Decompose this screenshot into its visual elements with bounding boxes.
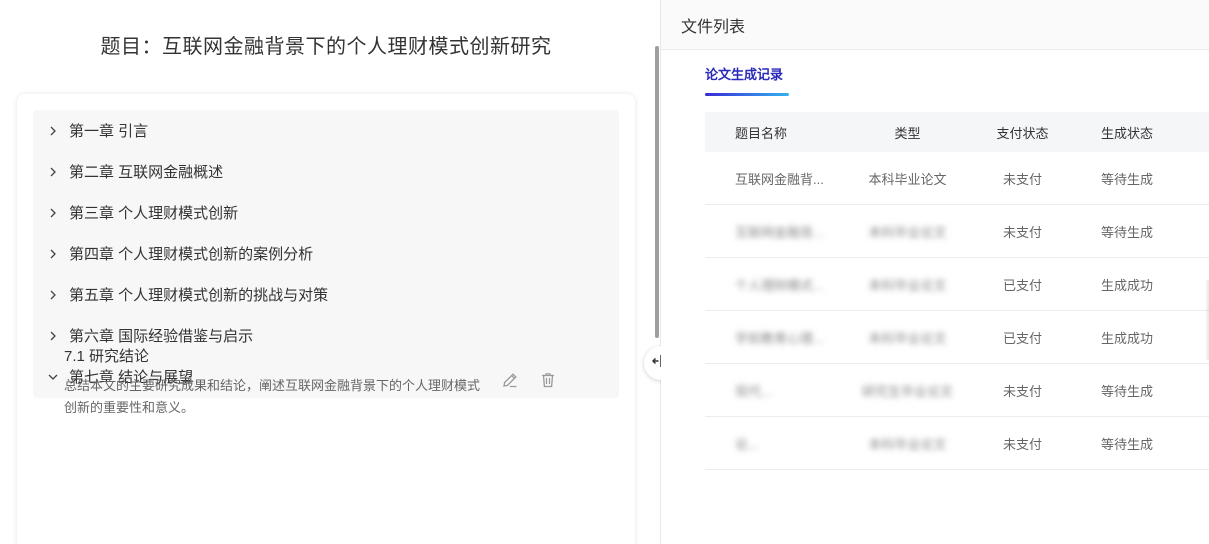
row-title: 学前教育心理... [735,330,824,346]
row-title: 个人理财模式... [735,277,824,293]
table-row[interactable]: 论... 本科毕业论文 未支付 等待生成 [705,417,1209,470]
row-status: 等待生成 [1100,171,1153,187]
row-type: 本科毕业论文 [868,224,947,240]
chevron-right-icon [47,289,59,301]
column-header-payment: 支付状态 [996,125,1049,141]
table-row[interactable]: 互联网金融背... 本科毕业论文 未支付 等待生成 [705,152,1209,205]
table-header: 题目名称 类型 支付状态 生成状态 [705,112,1209,152]
records-table: 题目名称 类型 支付状态 生成状态 互联网金融背... 本科毕业论文 未支付 等… [705,112,1209,470]
chapter-item[interactable]: 第四章 个人理财模式创新的案例分析 [33,233,619,274]
page-title: 题目：互联网金融背景下的个人理财模式创新研究 [100,36,552,58]
column-header-title: 题目名称 [735,125,788,141]
row-status: 等待生成 [1100,436,1153,452]
chapter-label: 第六章 国际经验借鉴与启示 [69,328,254,345]
row-payment: 未支付 [1002,436,1042,452]
outline-scrollbar[interactable] [655,46,659,338]
column-header-status: 生成状态 [1100,125,1153,141]
chapter-label: 第二章 互联网金融概述 [69,164,224,181]
chevron-down-icon [47,371,59,383]
row-title: 互联网金融背... [735,171,824,187]
row-status: 等待生成 [1100,224,1153,240]
chapter-label: 第四章 个人理财模式创新的案例分析 [69,246,314,263]
row-title: 论... [735,436,759,452]
chapter-item[interactable]: 第三章 个人理财模式创新 [33,192,619,233]
row-payment: 已支付 [1002,277,1042,293]
row-payment: 已支付 [1002,330,1042,346]
row-payment: 未支付 [1002,224,1042,240]
chapter-label: 第五章 个人理财模式创新的挑战与对策 [69,287,329,304]
pencil-icon[interactable] [500,370,520,390]
section-description: 总结本文的主要研究成果和结论，阐述互联网金融背景下的个人理财模式创新的重要性和意… [64,378,481,415]
section-title: 7.1 研究结论 [64,348,150,365]
chapter-item[interactable]: 第五章 个人理财模式创新的挑战与对策 [33,274,619,315]
table-row[interactable]: 互联网金融背... 本科毕业论文 未支付 等待生成 [705,205,1209,258]
file-list-panel: 文件列表 论文生成记录 题目名称 类型 支付状态 生成状态 互联网金融背... … [661,0,1209,544]
table-row[interactable]: 学前教育心理... 本科毕业论文 已支付 生成成功 [705,311,1209,364]
tab-generation-records[interactable]: 论文生成记录 [705,64,783,83]
row-type: 本科毕业论文 [868,436,947,452]
row-title: 现代... [735,383,772,399]
row-type: 本科毕业论文 [868,330,947,346]
row-payment: 未支付 [1002,171,1042,187]
edge-shadow [1205,280,1209,360]
row-type: 本科毕业论文 [868,277,947,293]
row-title: 互联网金融背... [735,224,824,240]
section-actions [500,370,558,390]
row-status: 生成成功 [1100,330,1153,346]
active-tab-indicator [705,93,789,96]
panel-header: 文件列表 [661,0,1209,50]
chevron-right-icon [47,330,59,342]
chapter-label: 第三章 个人理财模式创新 [69,205,239,222]
chapter-item[interactable]: 第一章 引言 [33,110,619,151]
chevron-right-icon [47,207,59,219]
row-status: 生成成功 [1100,277,1153,293]
row-type: 研究生毕业论文 [861,383,953,399]
trash-icon[interactable] [538,370,558,390]
row-payment: 未支付 [1002,383,1042,399]
chapter-label: 第一章 引言 [69,123,149,140]
row-type: 本科毕业论文 [868,171,947,187]
chapter-item[interactable]: 第二章 互联网金融概述 [33,151,619,192]
chevron-right-icon [47,125,59,137]
outline-panel: 题目：互联网金融背景下的个人理财模式创新研究 第一章 引言 第二章 互联网金融概… [0,0,652,544]
chevron-right-icon [47,248,59,260]
chevron-right-icon [47,166,59,178]
table-row[interactable]: 个人理财模式... 本科毕业论文 已支付 生成成功 [705,258,1209,311]
column-header-type: 类型 [894,125,921,141]
outline-card: 第一章 引言 第二章 互联网金融概述 第三章 个人理财模式创新 第四章 个人理财… [17,94,635,544]
row-status: 等待生成 [1100,383,1153,399]
table-row[interactable]: 现代... 研究生毕业论文 未支付 等待生成 [705,364,1209,417]
